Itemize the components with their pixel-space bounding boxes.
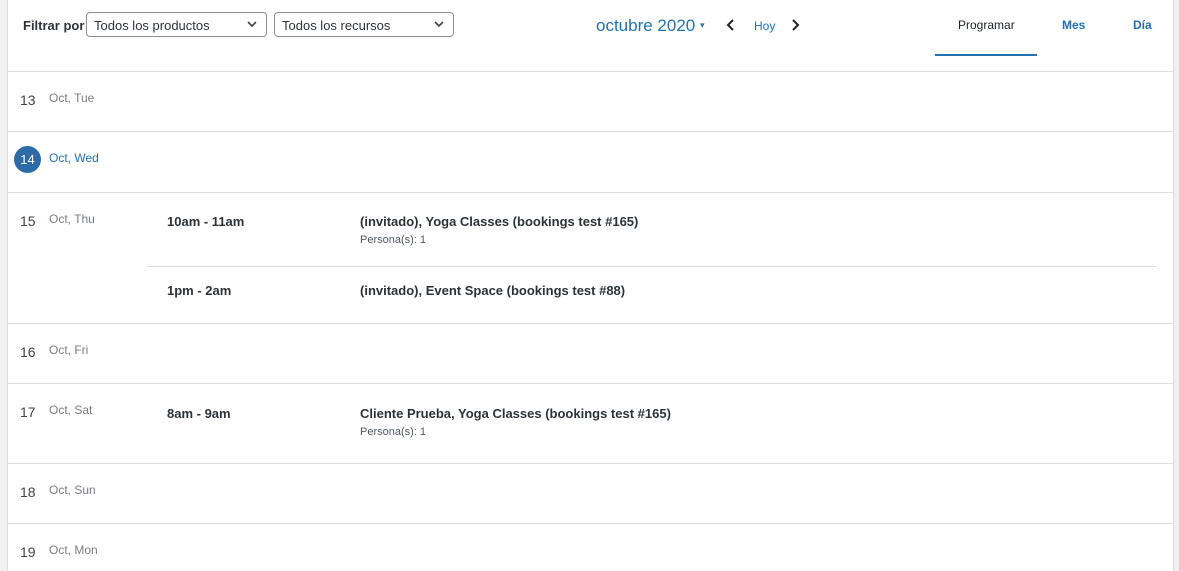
day-number: 16 [20,344,36,360]
booking-title-link[interactable]: (invitado), Yoga Classes (bookings test … [360,214,638,229]
caret-down-icon[interactable]: ▾ [700,20,705,31]
today-button[interactable]: Hoy [754,19,775,33]
day-label: Oct, Thu [49,212,95,226]
day-label: Oct, Tue [49,91,95,105]
booking-persons: Persona(s): 1 [360,234,427,246]
booking-time: 10am - 11am [167,214,245,229]
day-label: Oct, Wed [49,151,99,165]
booking-title-link[interactable]: Cliente Prueba, Yoga Classes (bookings t… [360,406,671,421]
product-filter-select[interactable]: Todos los productos [86,12,267,37]
day-row: 18 Oct, Sun [8,464,1173,524]
filter-label: Filtrar por [23,18,85,33]
day-row-today: 14 Oct, Wed [8,132,1173,193]
day-row: 19 Oct, Mon [8,524,1173,571]
day-number: 19 [20,544,36,560]
day-label: Oct, Fri [49,343,89,357]
day-number: 13 [20,92,36,108]
resource-filter-value: Todos los recursos [282,18,391,33]
month-picker[interactable]: octubre 2020 [596,16,695,36]
bookings-calendar: Filtrar por Todos los productos Todos lo… [7,0,1174,571]
day-row: 16 Oct, Fri [8,324,1173,384]
active-tab-indicator [935,54,1037,56]
day-label: Oct, Mon [49,543,98,557]
day-row: 13 Oct, Tue [8,72,1173,132]
resource-filter-select[interactable]: Todos los recursos [274,12,454,37]
day-number: 18 [20,484,36,500]
booking-title-link[interactable]: (invitado), Event Space (bookings test #… [360,283,625,298]
day-label: Oct, Sun [49,483,96,497]
chevron-left-icon[interactable] [724,17,738,33]
event-divider [147,266,1156,267]
today-badge: 14 [14,146,41,173]
day-number: 15 [20,213,36,229]
day-label: Oct, Sat [49,403,93,417]
chevron-right-icon[interactable] [788,17,802,33]
booking-time: 1pm - 2am [167,283,232,298]
day-number: 17 [20,404,36,420]
calendar-toolbar: Filtrar por Todos los productos Todos lo… [8,0,1173,72]
product-filter-value: Todos los productos [94,18,210,33]
tab-schedule[interactable]: Programar [958,18,1015,32]
chevron-down-icon [434,21,444,28]
booking-persons: Persona(s): 1 [360,426,427,438]
day-row: 15 Oct, Thu 10am - 11am (invitado), Yoga… [8,193,1173,324]
chevron-down-icon [247,21,257,28]
tab-day[interactable]: Día [1133,18,1152,32]
booking-time: 8am - 9am [167,406,231,421]
day-row: 17 Oct, Sat 8am - 9am Cliente Prueba, Yo… [8,384,1173,464]
tab-month[interactable]: Mes [1062,18,1085,32]
